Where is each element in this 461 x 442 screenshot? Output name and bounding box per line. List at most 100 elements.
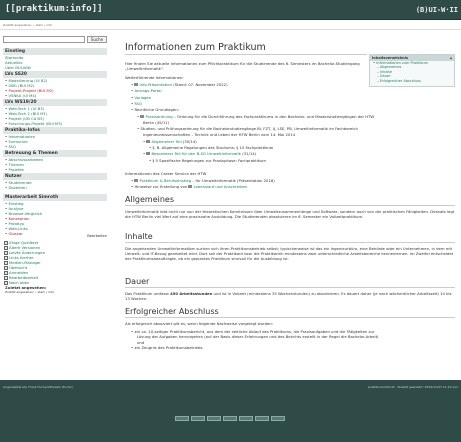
career-label: Informationen des Career Service der HTW (125, 171, 207, 176)
dauer-bold: 450 Arbeitsstunden (170, 291, 213, 296)
info-item-text: Ingenieurwissenschaften – Technik und Le… (143, 132, 296, 138)
site-header: [[praktikum:info]] (B)UI-W·II (0, 0, 461, 20)
rss-badge[interactable] (271, 416, 285, 421)
sidebar-item-label: VSNKA (UI M4) (8, 93, 37, 98)
sidebar-section-lvs_ws19: LVs WS19/20 • Web-Tech 1 (UI B3) • Web-Tec… (3, 99, 107, 126)
info-list-item: • Vorlagen (131, 95, 151, 100)
license-badge[interactable] (175, 416, 189, 421)
site-title[interactable]: [[praktikum:info]] (5, 4, 103, 14)
sidebar-item[interactable]: • Forschungs-Projekt (BUI M3) (3, 121, 107, 126)
sidebar-item-label: FAQ (8, 144, 16, 149)
pencil-icon (4, 275, 8, 280)
main-content: Informationen zum Praktikum Inhaltsverze… (125, 42, 455, 372)
breadcrumb: Zuletzt angesehen: • start • info (0, 20, 461, 30)
dauer-text: Das Praktikum umfasst 450 Arbeitsstunden… (125, 291, 455, 301)
changes-icon (4, 250, 8, 255)
pdf-icon (140, 114, 145, 118)
search-input[interactable] (3, 36, 85, 43)
sidebar-heading: LVs WS19/20 (3, 99, 107, 106)
dokuwiki-badge[interactable] (255, 416, 269, 421)
section-abschluss: Erfolgreicher Abschluss (125, 307, 455, 318)
search-button[interactable]: Suche (87, 36, 107, 43)
section-allgemeines: Allgemeines (125, 195, 455, 206)
info-item-link[interactable]: Info-Präsentation (139, 82, 172, 87)
info-item-link[interactable]: Besonderer Teil für den B-SG Umweltinfor… (151, 151, 241, 156)
career-item-suffix: – für Umweltinformatik (Präsentation 201… (191, 178, 275, 183)
sidebar-section-einstieg: Einstieg Startseite Aktuelles Über BUI-Wiki (3, 48, 107, 70)
login-icon (4, 270, 8, 275)
info-item-link[interactable]: Antrags-Portal (134, 88, 161, 93)
abschluss-item-text: und (137, 339, 145, 345)
page-title: Informationen zum Praktikum (125, 42, 367, 55)
sidebar-item-label: Über BUI-Wiki (5, 65, 31, 70)
info-list-item: • Studien- und Prüfungsordnung für die B… (137, 126, 358, 131)
abschluss-list-item: • ein Zeugnis des Praktikumsbetriebs. (131, 345, 204, 350)
sidebar-item[interactable]: • Dozenten (3, 185, 107, 190)
arrow-up-icon (4, 280, 8, 285)
info-list-item: • Antrags-Portal (131, 88, 162, 93)
info-item-suffix: (Stand: 07. November 2022) (172, 82, 228, 87)
sidebar-section-praktika: Praktika-Infos • Informationen • Formulare… (3, 127, 107, 149)
intro-text: Hier finden Sie aktuelle Informationen z… (125, 61, 360, 71)
html5-badge[interactable] (223, 416, 237, 421)
info-item-link[interactable]: Allgemeiner Teil (151, 139, 181, 144)
info-list-item: Ingenieurwissenschaften – Technik und Le… (143, 132, 295, 137)
sidebar-item[interactable]: • Projekte (3, 167, 107, 172)
section-inhalte: Inhalte (125, 232, 455, 243)
info-list-item: Berlin (45/11) (143, 120, 169, 125)
info-list-item: • Rechtliche Grundlagen: (131, 107, 179, 112)
header-logo-text: (B)UI-W·II (415, 6, 458, 14)
info-list-item: • § 5 Spezifische Regelungen zur Praxisp… (149, 158, 266, 163)
sidebar-item[interactable]: • VSNKA (UI M4) (3, 93, 107, 98)
sidebar-item[interactable]: • FAQ (3, 144, 107, 149)
career-item-link[interactable]: Praktikum & Berufseinstieg (139, 178, 191, 183)
donate-badge[interactable] (191, 416, 205, 421)
footer-badges (175, 416, 295, 422)
info-item-suffix: – Ordnung für die Durchführung des Fachp… (172, 113, 375, 119)
abschluss-item-text: Lösung der Aufgaben hervorgehen (auf der… (137, 334, 379, 340)
css-badge[interactable] (239, 416, 253, 421)
history-icon (4, 245, 8, 250)
info-item-text: §. B. Allgemeine Regelungen des Studiums… (152, 145, 274, 150)
toc-toggle-icon[interactable]: ▴ (450, 55, 452, 60)
link-icon (4, 255, 8, 260)
info-item-link[interactable]: Vorlagen (134, 95, 151, 100)
toc-heading-label: Inhaltsverzeichnis (372, 56, 408, 60)
footer-login-info: Angemeldet als: Frank Fuchs-Kittowski (F… (3, 385, 73, 389)
info-item-text: Rechtliche Grundlagen: (134, 107, 179, 113)
sidebar-section-lvs_ss20: LVs SS20 • Modellierung (UI B2) • GBG (BUI… (3, 71, 107, 98)
sidebar: Suche Einstieg Startseite Aktuelles Über BU… (3, 34, 107, 374)
info-item-link[interactable]: FAQ (134, 101, 141, 106)
career-item-link[interactable]: Lebenslauf und Anschreiben (193, 184, 247, 189)
breadcrumb-trace[interactable]: Zuletzt angesehen: • start • info (3, 23, 52, 27)
footer-page-info: praktikum/info.txt · Zuletzt geändert: 2… (367, 385, 458, 389)
index-icon (4, 265, 8, 270)
file-icon (4, 240, 8, 245)
info-item-link[interactable]: Praxisordnung (145, 114, 172, 119)
sidebar-item-label: Projekte (8, 167, 24, 172)
career-list-item: • Hinweise zur Erstellung von Lebenslauf… (131, 184, 247, 189)
info-item-suffix: (31/14) (241, 151, 257, 157)
info-item-text: Berlin (45/11) (143, 119, 170, 125)
abschluss-list-item: und (137, 340, 144, 345)
sidebar-section-nutzer: Nutzer • Studierende • Dozenten (3, 173, 107, 190)
pdf-icon (134, 179, 139, 182)
php-badge[interactable] (207, 416, 221, 421)
pdf-icon (188, 185, 193, 188)
career-list-item: • Praktikum & Berufseinstieg – für Umwel… (131, 178, 275, 183)
sidebar-section-masterarbeit: Masterarbeit Simroth • Einstieg • Analyse •… (3, 194, 107, 236)
info-list-item: • FAQ (131, 101, 142, 106)
sidebar-heading: LVs SS20 (3, 71, 107, 78)
abschluss-list-item: • ein ca. 10-seitiger Praktikumsbericht,… (131, 329, 375, 334)
table-of-contents: Inhaltsverzeichnis ▴ • Informationen zum … (369, 54, 455, 87)
abschluss-list-item: Lösung der Aufgaben hervorgehen (auf der… (137, 334, 379, 339)
abschluss-text: Als erfolgreich absolviert gilt es, wenn… (125, 321, 274, 326)
edit-sidebar-link[interactable]: Bearbeiten (87, 234, 107, 238)
pdf-icon (146, 139, 151, 143)
toc-item-label: Allgemeines (379, 65, 402, 70)
sidebar-item[interactable]: Über BUI-Wiki (3, 65, 107, 70)
sidebar-item-label: Glossar (8, 231, 23, 236)
sidebar-heading: Einstieg (3, 48, 107, 55)
last-viewed-trace[interactable]: Zuletzt angesehen: • start • info (3, 290, 107, 295)
toc-item-label: Informationen zum Praktikum (376, 61, 429, 65)
